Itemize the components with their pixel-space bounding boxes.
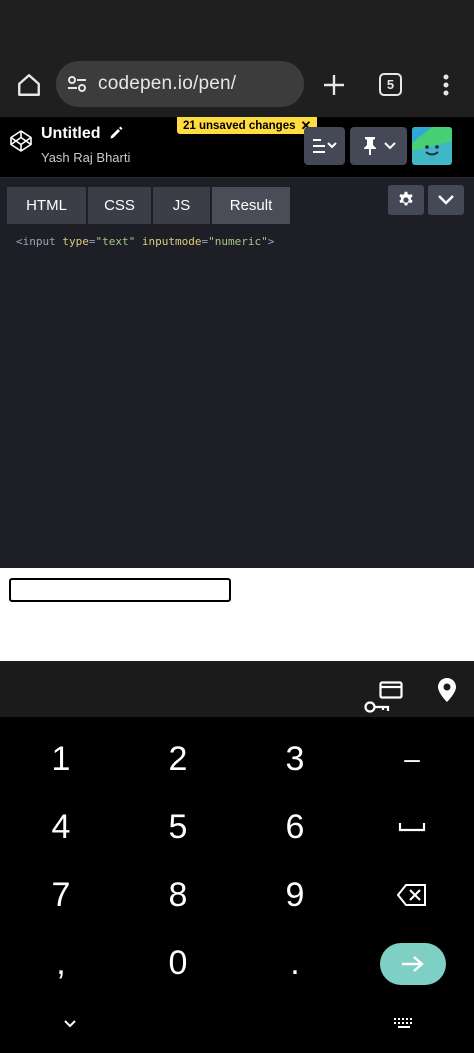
avatar[interactable] [412, 127, 452, 165]
pen-title[interactable]: Untitled [41, 125, 101, 143]
key-6[interactable]: 6 [240, 797, 350, 857]
code-attr: inputmode [141, 235, 202, 248]
unsaved-changes-label: 21 unsaved changes [183, 119, 296, 132]
key-1[interactable]: 1 [6, 729, 116, 789]
layout-button[interactable] [304, 127, 345, 165]
unsaved-changes-badge[interactable]: 21 unsaved changes ✕ [177, 117, 318, 134]
tab-js[interactable]: JS [153, 187, 211, 224]
numeric-keyboard: 1 2 3 – 4 5 6 7 8 9 , 0 . [0, 717, 474, 1053]
chevron-down-icon [383, 142, 396, 150]
code-value: "numeric" [208, 235, 268, 248]
gear-icon [399, 191, 413, 206]
code-equals: = [88, 235, 96, 248]
code-tag-open: <input [16, 235, 56, 248]
plus-icon[interactable] [318, 69, 350, 101]
tab-count: 5 [386, 77, 395, 92]
space-icon [398, 823, 426, 832]
key-space[interactable] [357, 797, 467, 857]
pen-header: Untitled Yash Raj Bharti 21 unsaved chan… [0, 117, 474, 178]
chevron-down-icon[interactable] [60, 1017, 80, 1033]
result-preview [0, 568, 474, 661]
tab-html[interactable]: HTML [7, 187, 87, 224]
more-vert-icon[interactable] [434, 69, 458, 101]
credit-card-icon[interactable] [377, 677, 405, 703]
arrow-right-icon [402, 956, 424, 972]
editor-settings-button[interactable] [388, 185, 424, 215]
pin-button[interactable] [350, 127, 407, 165]
pin-icon [363, 137, 376, 155]
browser-toolbar: codepen.io/pen/ 5 [0, 56, 474, 117]
editor-tab-bar: HTML CSS JS Result [0, 178, 474, 224]
key-8[interactable]: 8 [123, 865, 233, 925]
collapse-editor-button[interactable] [428, 185, 464, 215]
key-backspace[interactable] [357, 865, 467, 925]
pen-author[interactable]: Yash Raj Bharti [41, 150, 130, 165]
backspace-icon [397, 884, 426, 906]
code-value: "text" [95, 235, 136, 248]
key-comma[interactable]: , [6, 933, 116, 993]
pencil-icon[interactable] [109, 126, 123, 140]
url-bar[interactable]: codepen.io/pen/ [56, 61, 304, 107]
key-4[interactable]: 4 [6, 797, 116, 857]
key-5[interactable]: 5 [123, 797, 233, 857]
keyboard-icon[interactable] [393, 1017, 415, 1033]
code-tag-close: > [267, 235, 275, 248]
home-icon[interactable] [14, 70, 44, 100]
status-bar [0, 0, 474, 56]
chevron-down-icon [438, 195, 454, 205]
tune-icon[interactable] [64, 73, 90, 95]
key-2[interactable]: 2 [123, 729, 233, 789]
key-0[interactable]: 0 [123, 933, 233, 993]
keyboard-suggestion-bar [0, 661, 474, 717]
tab-result[interactable]: Result [212, 187, 291, 224]
key-period[interactable]: . [240, 933, 350, 993]
url-text: codepen.io/pen/ [98, 73, 237, 94]
preview-text-input[interactable] [9, 578, 231, 602]
key-9[interactable]: 9 [240, 865, 350, 925]
key-7[interactable]: 7 [6, 865, 116, 925]
tab-switcher-button[interactable]: 5 [379, 73, 402, 96]
key-3[interactable]: 3 [240, 729, 350, 789]
codepen-logo[interactable] [9, 129, 33, 153]
layout-icon [312, 139, 337, 153]
code-line: <input type="text" inputmode="numeric"> [16, 235, 274, 248]
html-code-editor[interactable]: <input type="text" inputmode="numeric"> [0, 224, 474, 568]
enter-key[interactable] [380, 943, 446, 985]
code-attr: type [62, 235, 89, 248]
location-pin-icon[interactable] [433, 677, 461, 703]
key-dash[interactable]: – [357, 729, 467, 789]
tab-css[interactable]: CSS [88, 187, 152, 224]
